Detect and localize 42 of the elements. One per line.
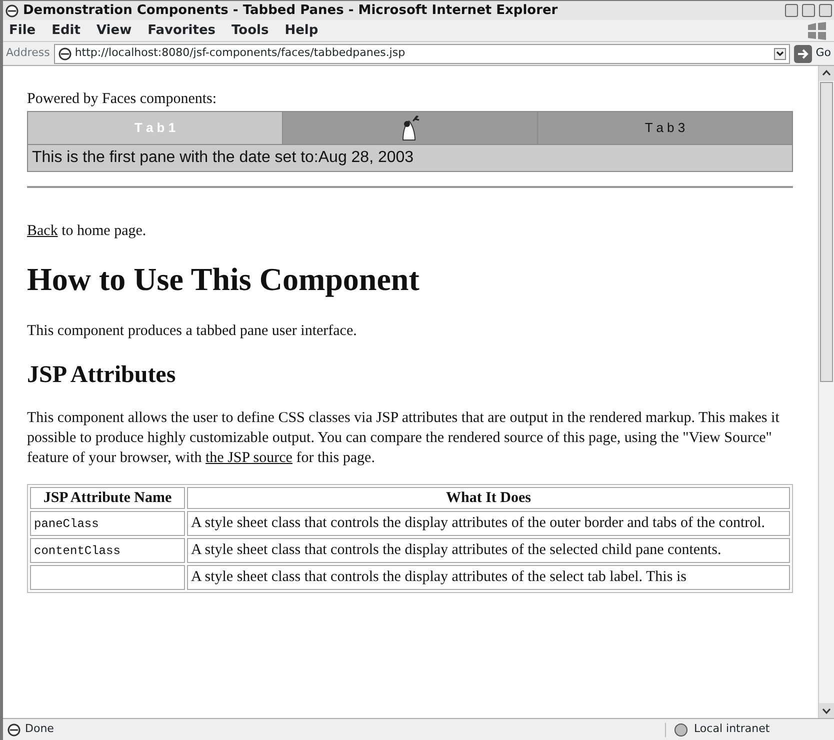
menu-item[interactable]: View — [96, 20, 132, 40]
table-cell: paneClass — [30, 511, 185, 536]
table-cell: A style sheet class that controls the display attributes of the outer border and tabs of the control. — [187, 511, 790, 536]
table-cell: A style sheet class that controls the display attributes of the select tab label. This is — [187, 565, 790, 590]
zone-text: Local intranet — [694, 721, 771, 738]
menu-item[interactable]: Help — [284, 20, 318, 40]
browser-icon — [5, 4, 19, 18]
minimize-button[interactable] — [785, 4, 798, 17]
menu-item[interactable]: File — [9, 20, 36, 40]
paragraph: This component allows the user to define CSS classes via JSP attributes that are output in the rendered markup. This makes it possible to produce highly customizable output. You can compare the rendered source of this page, using the "View Source" feature of your browser, with the JSP source for this page. — [27, 408, 780, 468]
status-text: Done — [25, 721, 55, 738]
scroll-up-icon[interactable] — [819, 66, 834, 81]
scroll-down-icon[interactable] — [819, 703, 834, 718]
menu-item[interactable]: Tools — [232, 20, 269, 40]
maximize-button[interactable] — [802, 4, 815, 17]
back-sentence: Back to home page. — [27, 222, 148, 240]
browser-icon — [7, 722, 21, 736]
caption-text: Powered by Faces components: — [27, 90, 218, 109]
jsp-source-link[interactable]: the JSP source — [206, 450, 292, 466]
intro-text: This component produces a tabbed pane user interface. — [27, 322, 358, 342]
close-button[interactable] — [819, 4, 832, 17]
menu-item[interactable]: Edit — [52, 20, 80, 40]
back-link[interactable]: Back — [27, 222, 58, 238]
page-heading: How to Use This Component — [27, 260, 420, 298]
scroll-thumb[interactable] — [820, 82, 833, 382]
address-field[interactable]: http://localhost:8080/jsf-components/faces/tabbedpanes.jsp — [54, 44, 790, 64]
go-button[interactable]: Go — [816, 45, 831, 62]
tab[interactable]: T a b 3 — [538, 112, 792, 144]
pane-content-text: This is the first pane with the date set to:Aug 28, 2003 — [27, 144, 793, 172]
column-header: What It Does — [187, 487, 790, 510]
browser-icon — [58, 46, 72, 60]
section-heading: JSP Attributes — [27, 360, 177, 390]
windows-logo-icon — [806, 22, 828, 40]
vertical-scrollbar[interactable] — [818, 66, 834, 718]
address-label: Address — [6, 45, 50, 62]
url-text: http://localhost:8080/jsf-components/faces/tabbedpanes.jsp — [74, 45, 406, 62]
column-header: JSP Attribute Name — [30, 487, 185, 510]
network-icon — [665, 722, 690, 736]
window-title: Demonstration Components - Tabbed Panes - Microsoft Internet Explorer — [23, 2, 559, 20]
table-cell: A style sheet class that controls the display attributes of the selected child pane contents. — [187, 538, 790, 564]
menu-item[interactable]: Favorites — [148, 20, 216, 40]
table-cell: contentClass — [30, 538, 185, 564]
